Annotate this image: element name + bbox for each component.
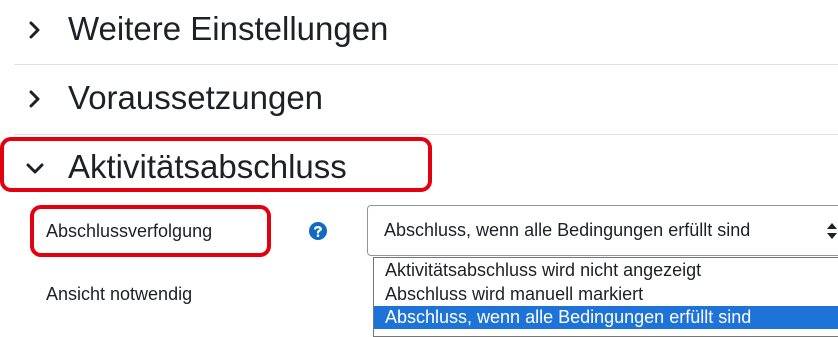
section-title: Voraussetzungen: [68, 79, 324, 116]
section-header-voraussetzungen[interactable]: Voraussetzungen: [0, 68, 838, 130]
sort-arrows-icon: [827, 223, 837, 239]
divider: [14, 64, 838, 65]
highlight-box-label: [30, 205, 271, 257]
chevron-right-icon: [29, 90, 40, 108]
dropdown-option[interactable]: Aktivitätsabschluss wird nicht angezeigt: [374, 259, 838, 282]
dropdown-option-selected[interactable]: Abschluss, wenn alle Bedingungen erfüllt…: [374, 306, 838, 329]
section-title: Weitere Einstellungen: [68, 10, 389, 47]
highlight-box-section: [0, 137, 432, 192]
completion-tracking-dropdown: Aktivitätsabschluss wird nicht angezeigt…: [373, 257, 838, 337]
divider: [14, 134, 838, 135]
select-value: Abschluss, wenn alle Bedingungen erfüllt…: [384, 220, 751, 240]
view-required-label: Ansicht notwendig: [46, 284, 193, 304]
completion-tracking-select[interactable]: Abschluss, wenn alle Bedingungen erfüllt…: [367, 205, 838, 256]
section-header-weitere-einstellungen[interactable]: Weitere Einstellungen: [0, 0, 838, 60]
question-circle-icon[interactable]: [308, 221, 328, 241]
chevron-right-icon: [29, 21, 40, 39]
dropdown-option[interactable]: Abschluss wird manuell markiert: [374, 283, 838, 306]
